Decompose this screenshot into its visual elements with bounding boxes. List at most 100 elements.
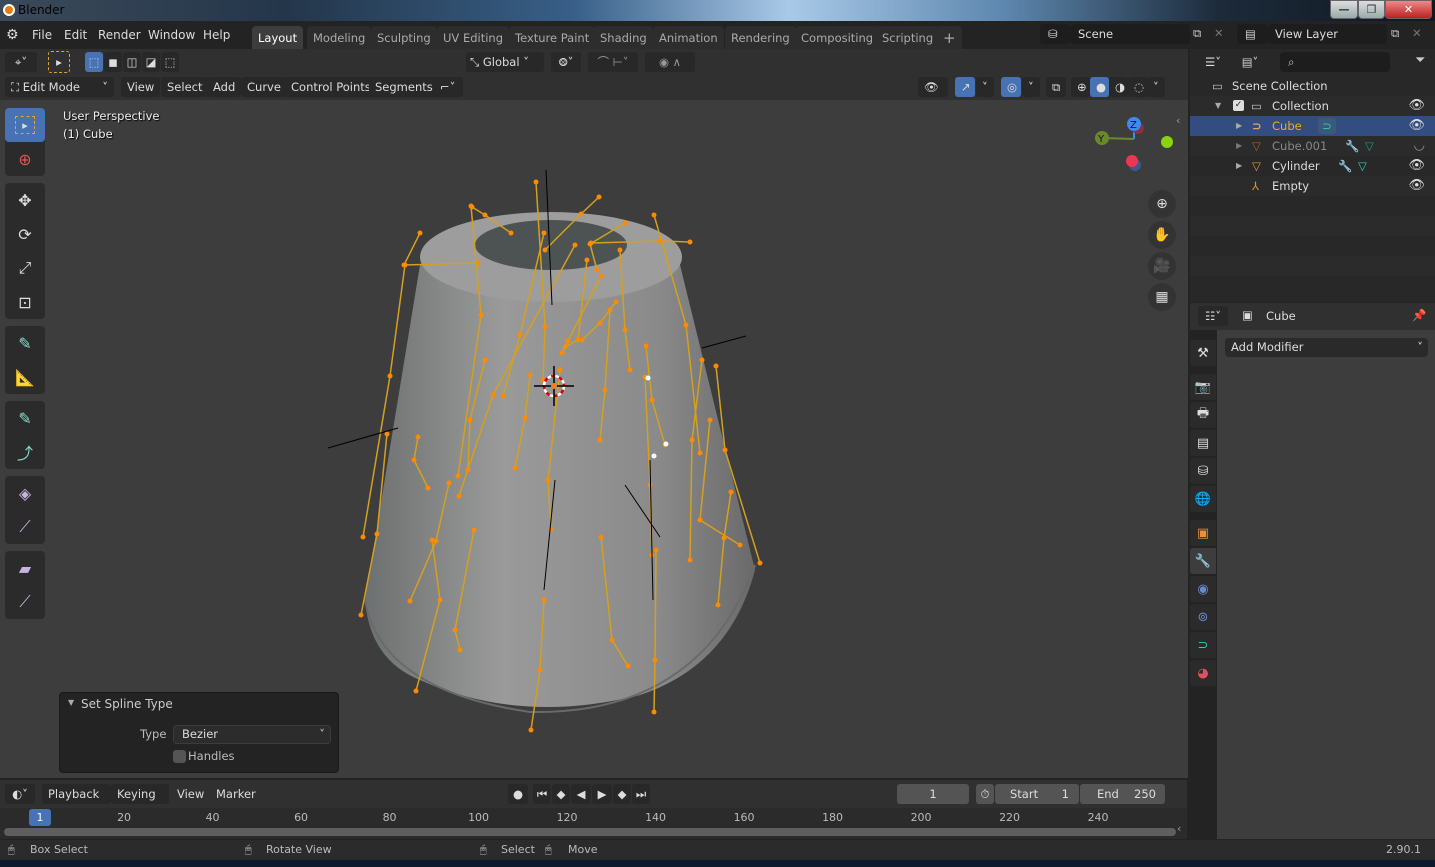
- modifier-wrench-icon[interactable]: 🔧: [1345, 136, 1359, 156]
- tab-modeling[interactable]: Modeling: [307, 26, 372, 49]
- shading-dropdown[interactable]: ˅: [1147, 77, 1165, 97]
- eye-icon[interactable]: 👁: [1408, 176, 1425, 196]
- visibility-dropdown[interactable]: 👁˅: [918, 77, 948, 114]
- display-mode-dropdown[interactable]: ▤˅: [1235, 52, 1265, 72]
- next-keyframe-button[interactable]: ◆: [613, 784, 631, 804]
- timeline-view-menu[interactable]: View: [177, 787, 204, 801]
- outliner-row-cube-001[interactable]: ▶ ▽ Cube.001 🔧 ▽ ◡: [1190, 136, 1435, 156]
- tool-rotate[interactable]: ⟳: [5, 217, 45, 251]
- overlay-dropdown[interactable]: ˅: [1022, 77, 1040, 97]
- header-menu-add[interactable]: Add: [207, 77, 242, 97]
- tab-texture-paint[interactable]: Texture Paint: [509, 26, 596, 49]
- eye-icon[interactable]: 👁: [1408, 116, 1425, 136]
- curve-data-icon[interactable]: ⊃: [1318, 118, 1336, 134]
- tool-transform[interactable]: ⊡: [5, 285, 45, 319]
- tool-vertex-randomize[interactable]: ⟋: [5, 585, 45, 619]
- record-button[interactable]: ●: [508, 784, 528, 804]
- tab-animation[interactable]: Animation: [653, 26, 724, 49]
- add-modifier-dropdown[interactable]: Add Modifier ˅: [1225, 338, 1428, 357]
- playback-menu[interactable]: Playback ˅: [42, 784, 111, 821]
- tab-modifiers[interactable]: 🔧: [1190, 548, 1216, 574]
- blender-menu-icon[interactable]: ⚙: [6, 27, 19, 43]
- overlay-toggle[interactable]: ◎: [1001, 77, 1021, 97]
- timeline-marker-menu[interactable]: Marker: [216, 787, 256, 801]
- transform-orientation-dropdown[interactable]: ⤡ Global ˅: [466, 52, 544, 72]
- gizmo-toggle[interactable]: ↗: [955, 77, 975, 97]
- tab-layout[interactable]: Layout: [252, 26, 304, 49]
- zoom-view-button[interactable]: ⊕: [1148, 190, 1176, 218]
- eye-icon[interactable]: 👁: [1408, 156, 1425, 176]
- scene-name-field[interactable]: Scene: [1070, 24, 1190, 44]
- tool-move[interactable]: ✥: [5, 183, 45, 217]
- tool-draw[interactable]: ✎: [5, 401, 45, 435]
- xray-toggle[interactable]: ⧉: [1046, 77, 1066, 97]
- outliner-filter-icon[interactable]: ⏷: [1415, 53, 1425, 68]
- tab-scripting[interactable]: Scripting: [876, 26, 940, 49]
- header-menu-curve[interactable]: Curve: [241, 77, 287, 97]
- select-tool-icon[interactable]: ▸: [48, 51, 70, 73]
- curve-display-dropdown[interactable]: ⌐˅: [434, 77, 463, 97]
- menu-render[interactable]: Render: [98, 28, 141, 42]
- play-button[interactable]: ▶: [592, 784, 612, 804]
- preview-range-toggle[interactable]: ⏱: [976, 784, 994, 804]
- jump-end-button[interactable]: ⏭: [632, 784, 650, 804]
- shading-rendered-button[interactable]: ◌: [1128, 77, 1147, 97]
- mesh-data-icon[interactable]: ▽: [1365, 136, 1374, 156]
- pin-icon[interactable]: 📌: [1412, 308, 1426, 322]
- tool-measure[interactable]: 📐: [5, 360, 45, 394]
- expand-arrow-icon[interactable]: ▶: [1236, 136, 1242, 156]
- navigation-gizmo[interactable]: Z Y: [1090, 115, 1175, 185]
- tab-shading[interactable]: Shading: [594, 26, 653, 49]
- menu-window[interactable]: Window: [148, 28, 195, 42]
- select-mode-subtract-icon[interactable]: ◫: [123, 52, 141, 72]
- header-menu-segments[interactable]: Segments: [369, 77, 439, 97]
- select-mode-intersect-icon[interactable]: ⬚: [161, 52, 179, 72]
- shading-material-button[interactable]: ◑: [1109, 77, 1128, 97]
- outliner-editor-type[interactable]: ☰˅: [1198, 52, 1228, 72]
- tool-extrude[interactable]: ⤴: [5, 435, 45, 469]
- tool-cursor[interactable]: ⊕: [5, 142, 45, 176]
- snap-toggle[interactable]: ⌒ ⊢˅: [588, 52, 638, 72]
- tab-output[interactable]: 🖶: [1190, 402, 1216, 428]
- tab-view-layer[interactable]: ▤: [1190, 430, 1216, 456]
- play-reverse-button[interactable]: ◀: [571, 784, 591, 804]
- outliner-row-scene-collection[interactable]: ▭ Scene Collection: [1190, 76, 1435, 96]
- add-workspace-button[interactable]: +: [937, 26, 962, 49]
- timeline-editor-type[interactable]: ◐˅: [5, 784, 35, 804]
- tool-randomize[interactable]: ▰: [5, 551, 45, 585]
- tab-compositing[interactable]: Compositing: [795, 26, 880, 49]
- outliner-row-collection[interactable]: ▼ ✓ ▭ Collection 👁: [1190, 96, 1435, 116]
- tab-particles[interactable]: ◉: [1190, 576, 1216, 602]
- outliner-row-cube[interactable]: ▶ ⊃ Cube ⊃ 👁: [1190, 116, 1435, 136]
- tool-scale[interactable]: ⤢: [5, 251, 45, 285]
- mesh-data-icon[interactable]: ▽: [1358, 156, 1367, 176]
- tab-tool[interactable]: ⚒: [1190, 340, 1216, 366]
- header-menu-view[interactable]: View: [121, 77, 161, 97]
- menu-help[interactable]: Help: [203, 28, 230, 42]
- shading-wireframe-button[interactable]: ⊕: [1071, 77, 1090, 97]
- eye-hidden-icon[interactable]: ◡: [1414, 136, 1425, 156]
- header-menu-control-points[interactable]: Control Points: [285, 77, 377, 97]
- modifier-wrench-icon[interactable]: 🔧: [1338, 156, 1352, 176]
- close-button[interactable]: ✕: [1385, 0, 1432, 19]
- spline-type-dropdown[interactable]: Bezier ˅: [173, 725, 331, 744]
- proportional-editing-toggle[interactable]: ◉ ∧: [645, 52, 695, 72]
- tab-object[interactable]: ▣: [1190, 520, 1216, 546]
- delete-scene-icon[interactable]: ✕: [1214, 26, 1224, 40]
- view-layer-field[interactable]: View Layer: [1267, 24, 1387, 44]
- tab-physics[interactable]: ⊚: [1190, 604, 1216, 630]
- outliner-row-empty[interactable]: ⅄ Empty 👁: [1190, 176, 1435, 196]
- expand-arrow-icon[interactable]: ▶: [1236, 116, 1242, 136]
- shading-solid-button[interactable]: ●: [1090, 77, 1109, 97]
- select-mode-new-icon[interactable]: ⬚: [85, 52, 103, 72]
- camera-view-button[interactable]: 🎥: [1148, 252, 1176, 280]
- tab-curve-data[interactable]: ⊃: [1190, 632, 1216, 658]
- keying-menu[interactable]: Keying ˅: [111, 784, 169, 821]
- expand-arrow-icon[interactable]: ▶: [1236, 156, 1242, 176]
- tab-scene[interactable]: ⛁: [1190, 458, 1216, 484]
- menu-file[interactable]: File: [32, 28, 52, 42]
- 3d-viewport[interactable]: ▸ ⊕ ✥ ⟳ ⤢ ⊡ ✎ 📐 ✎ ⤴ ◈ ⟋ ▰ ⟋ User Perspec…: [0, 100, 1188, 778]
- collapse-arrow-icon[interactable]: ▼: [68, 698, 74, 707]
- tab-render[interactable]: 📷: [1190, 374, 1216, 400]
- select-mode-invert-icon[interactable]: ◪: [142, 52, 160, 72]
